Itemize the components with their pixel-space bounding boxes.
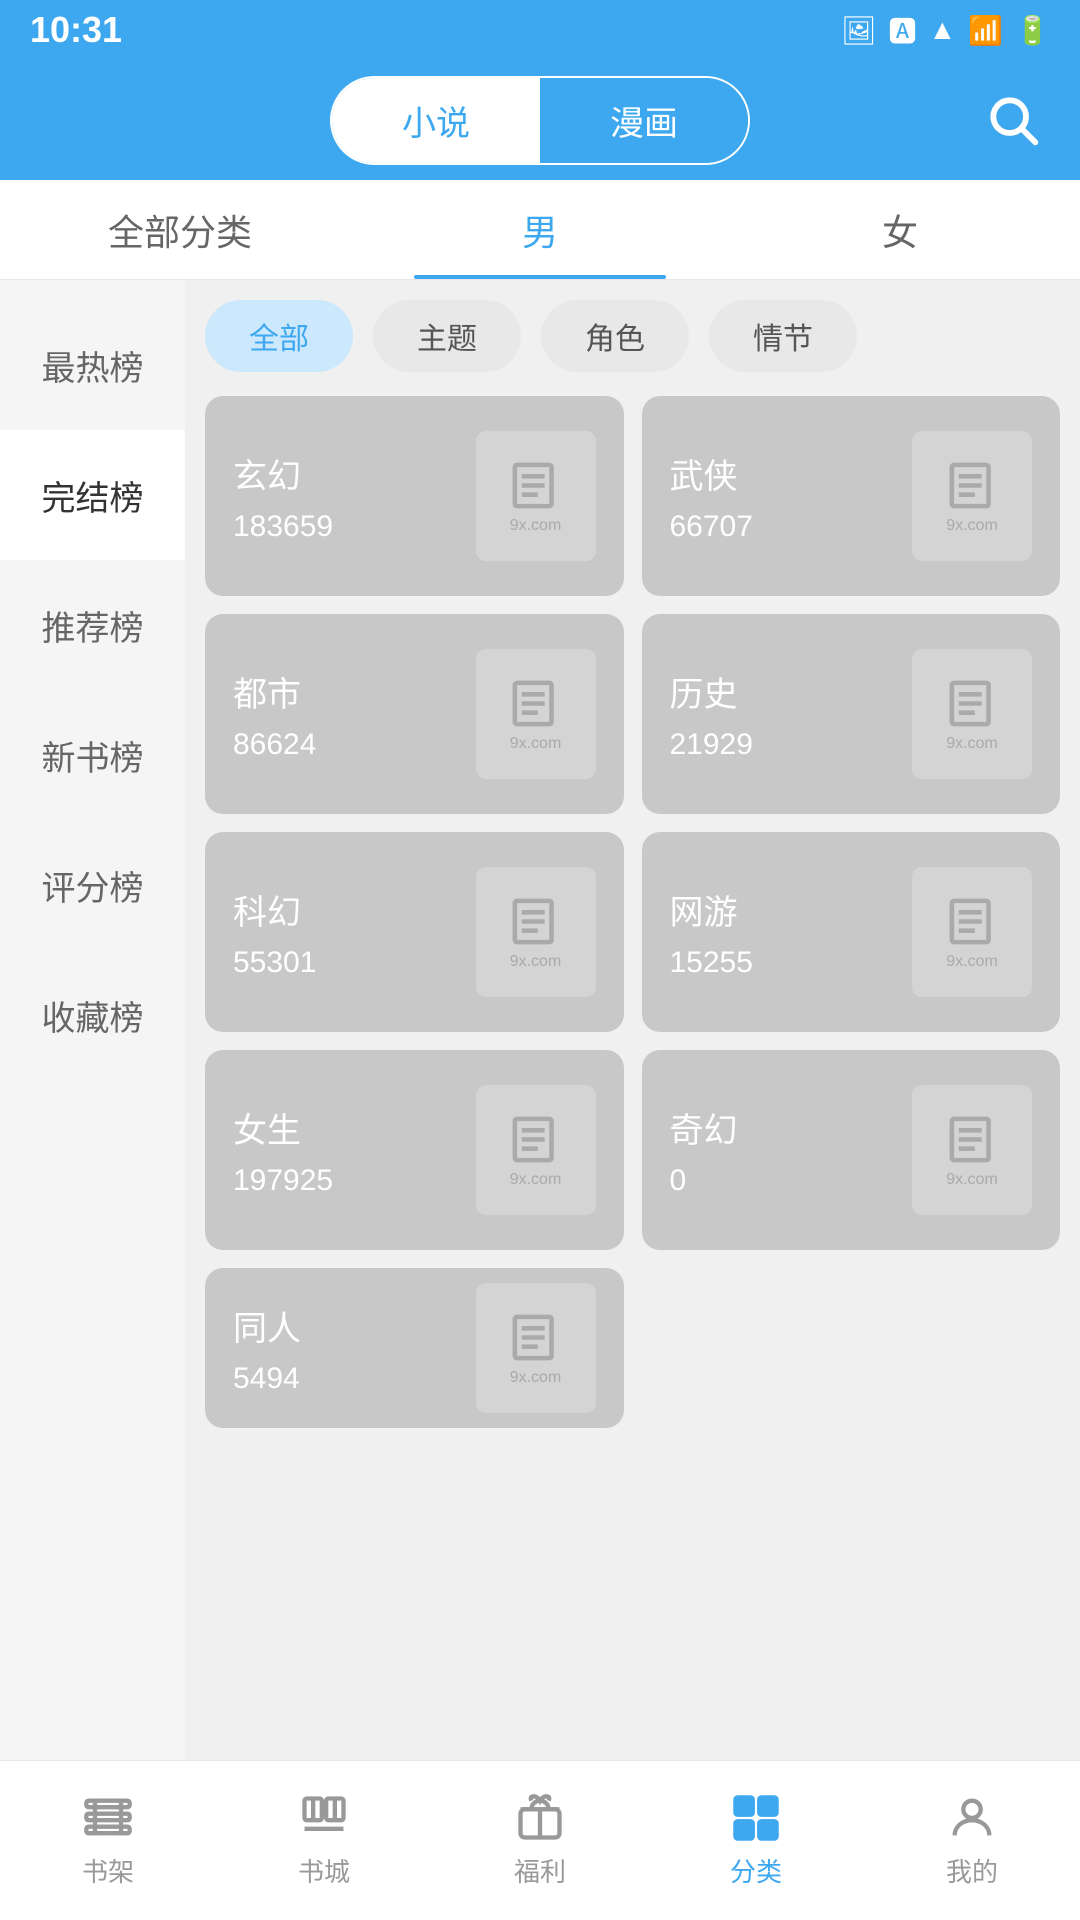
category-card-nvsheng[interactable]: 女生 197925 9x.com (205, 1050, 624, 1250)
card-count-5: 15255 (670, 946, 753, 980)
card-site-6: 9x.com (510, 1171, 562, 1189)
card-count-4: 55301 (233, 946, 316, 980)
battery-icon: 🔋 (1015, 14, 1050, 47)
card-image-5: 9x.com (912, 867, 1032, 997)
status-bar: 10:31 🖼 🅰 ▲ 📶 🔋 (0, 0, 1080, 60)
card-title-0: 玄幻 (233, 449, 333, 498)
search-button[interactable] (984, 91, 1040, 150)
nav-label-welfare: 福利 (514, 1852, 566, 1889)
tab-female[interactable]: 女 (720, 180, 1080, 279)
content-type-toggle: 小说 漫画 (330, 76, 750, 165)
card-image-8: 9x.com (476, 1283, 596, 1413)
bottom-nav: 书架 书城 福利 分类 (0, 1760, 1080, 1920)
card-site-5: 9x.com (946, 953, 998, 971)
status-icons: 🖼 🅰 ▲ 📶 🔋 (841, 10, 1050, 50)
card-count-0: 183659 (233, 510, 333, 544)
nav-item-mine[interactable]: 我的 (864, 1761, 1080, 1920)
nav-item-category[interactable]: 分类 (648, 1761, 864, 1920)
card-title-8: 同人 (233, 1301, 301, 1350)
chip-episode[interactable]: 情节 (709, 300, 857, 372)
nav-label-shelf: 书架 (82, 1852, 134, 1889)
text-icon: 🅰 (889, 10, 917, 50)
card-title-5: 网游 (670, 885, 753, 934)
card-count-2: 86624 (233, 728, 316, 762)
sidebar-item-hot[interactable]: 最热榜 (0, 300, 185, 430)
card-site-8: 9x.com (510, 1369, 562, 1387)
card-image-4: 9x.com (476, 867, 596, 997)
shelf-icon (82, 1792, 134, 1844)
sidebar: 最热榜 完结榜 推荐榜 新书榜 评分榜 收藏榜 (0, 280, 185, 1760)
category-card-qihuan[interactable]: 奇幻 0 9x.com (642, 1050, 1061, 1250)
main-layout: 最热榜 完结榜 推荐榜 新书榜 评分榜 收藏榜 全部 主题 角色 情节 (0, 280, 1080, 1760)
category-icon (730, 1792, 782, 1844)
category-card-kehuan[interactable]: 科幻 55301 9x.com (205, 832, 624, 1032)
card-title-6: 女生 (233, 1103, 333, 1152)
category-card-lishi[interactable]: 历史 21929 9x.com (642, 614, 1061, 814)
category-grid: 玄幻 183659 9x.com 武侠 66707 (205, 396, 1060, 1428)
sidebar-item-finished[interactable]: 完结榜 (0, 430, 185, 560)
card-title-2: 都市 (233, 667, 316, 716)
content-area: 全部 主题 角色 情节 玄幻 183659 9x.com (185, 280, 1080, 1760)
card-title-3: 历史 (670, 667, 753, 716)
card-count-3: 21929 (670, 728, 753, 762)
card-image-1: 9x.com (912, 431, 1032, 561)
header: 小说 漫画 (0, 60, 1080, 180)
status-time: 10:31 (30, 9, 122, 51)
sidebar-item-recommended[interactable]: 推荐榜 (0, 560, 185, 690)
card-site-0: 9x.com (510, 517, 562, 535)
nav-item-welfare[interactable]: 福利 (432, 1761, 648, 1920)
chip-theme[interactable]: 主题 (373, 300, 521, 372)
card-title-7: 奇幻 (670, 1103, 738, 1152)
category-tabs: 全部分类 男 女 (0, 180, 1080, 280)
signal-icon: 📶 (968, 14, 1003, 47)
nav-label-category: 分类 (730, 1852, 782, 1889)
filter-chips: 全部 主题 角色 情节 (205, 300, 1060, 372)
novel-toggle-btn[interactable]: 小说 (332, 78, 540, 163)
card-image-0: 9x.com (476, 431, 596, 561)
manga-toggle-btn[interactable]: 漫画 (540, 78, 748, 163)
nav-label-mine: 我的 (946, 1852, 998, 1889)
bookstore-icon (298, 1792, 350, 1844)
sidebar-item-rated[interactable]: 评分榜 (0, 820, 185, 950)
card-site-7: 9x.com (946, 1171, 998, 1189)
chip-character[interactable]: 角色 (541, 300, 689, 372)
card-count-1: 66707 (670, 510, 753, 544)
card-count-8: 5494 (233, 1362, 301, 1396)
chip-all[interactable]: 全部 (205, 300, 353, 372)
tab-male[interactable]: 男 (360, 180, 720, 279)
card-image-3: 9x.com (912, 649, 1032, 779)
category-card-wuxia[interactable]: 武侠 66707 9x.com (642, 396, 1061, 596)
sidebar-item-new[interactable]: 新书榜 (0, 690, 185, 820)
card-title-4: 科幻 (233, 885, 316, 934)
card-site-4: 9x.com (510, 953, 562, 971)
card-image-7: 9x.com (912, 1085, 1032, 1215)
category-card-tongren[interactable]: 同人 5494 9x.com (205, 1268, 624, 1428)
category-card-xuanhuan[interactable]: 玄幻 183659 9x.com (205, 396, 624, 596)
category-card-dushi[interactable]: 都市 86624 9x.com (205, 614, 624, 814)
nav-label-bookstore: 书城 (298, 1852, 350, 1889)
card-count-6: 197925 (233, 1164, 333, 1198)
card-image-6: 9x.com (476, 1085, 596, 1215)
sidebar-item-collected[interactable]: 收藏榜 (0, 950, 185, 1080)
welfare-icon (514, 1792, 566, 1844)
category-card-wangyou[interactable]: 网游 15255 9x.com (642, 832, 1061, 1032)
nav-item-shelf[interactable]: 书架 (0, 1761, 216, 1920)
mine-icon (946, 1792, 998, 1844)
card-image-2: 9x.com (476, 649, 596, 779)
card-title-1: 武侠 (670, 449, 753, 498)
wifi-icon: ▲ (929, 14, 957, 46)
card-site-2: 9x.com (510, 735, 562, 753)
card-site-3: 9x.com (946, 735, 998, 753)
nav-item-bookstore[interactable]: 书城 (216, 1761, 432, 1920)
tab-all[interactable]: 全部分类 (0, 180, 360, 279)
image-icon: 🖼 (841, 14, 877, 47)
card-count-7: 0 (670, 1164, 738, 1198)
card-site-1: 9x.com (946, 517, 998, 535)
